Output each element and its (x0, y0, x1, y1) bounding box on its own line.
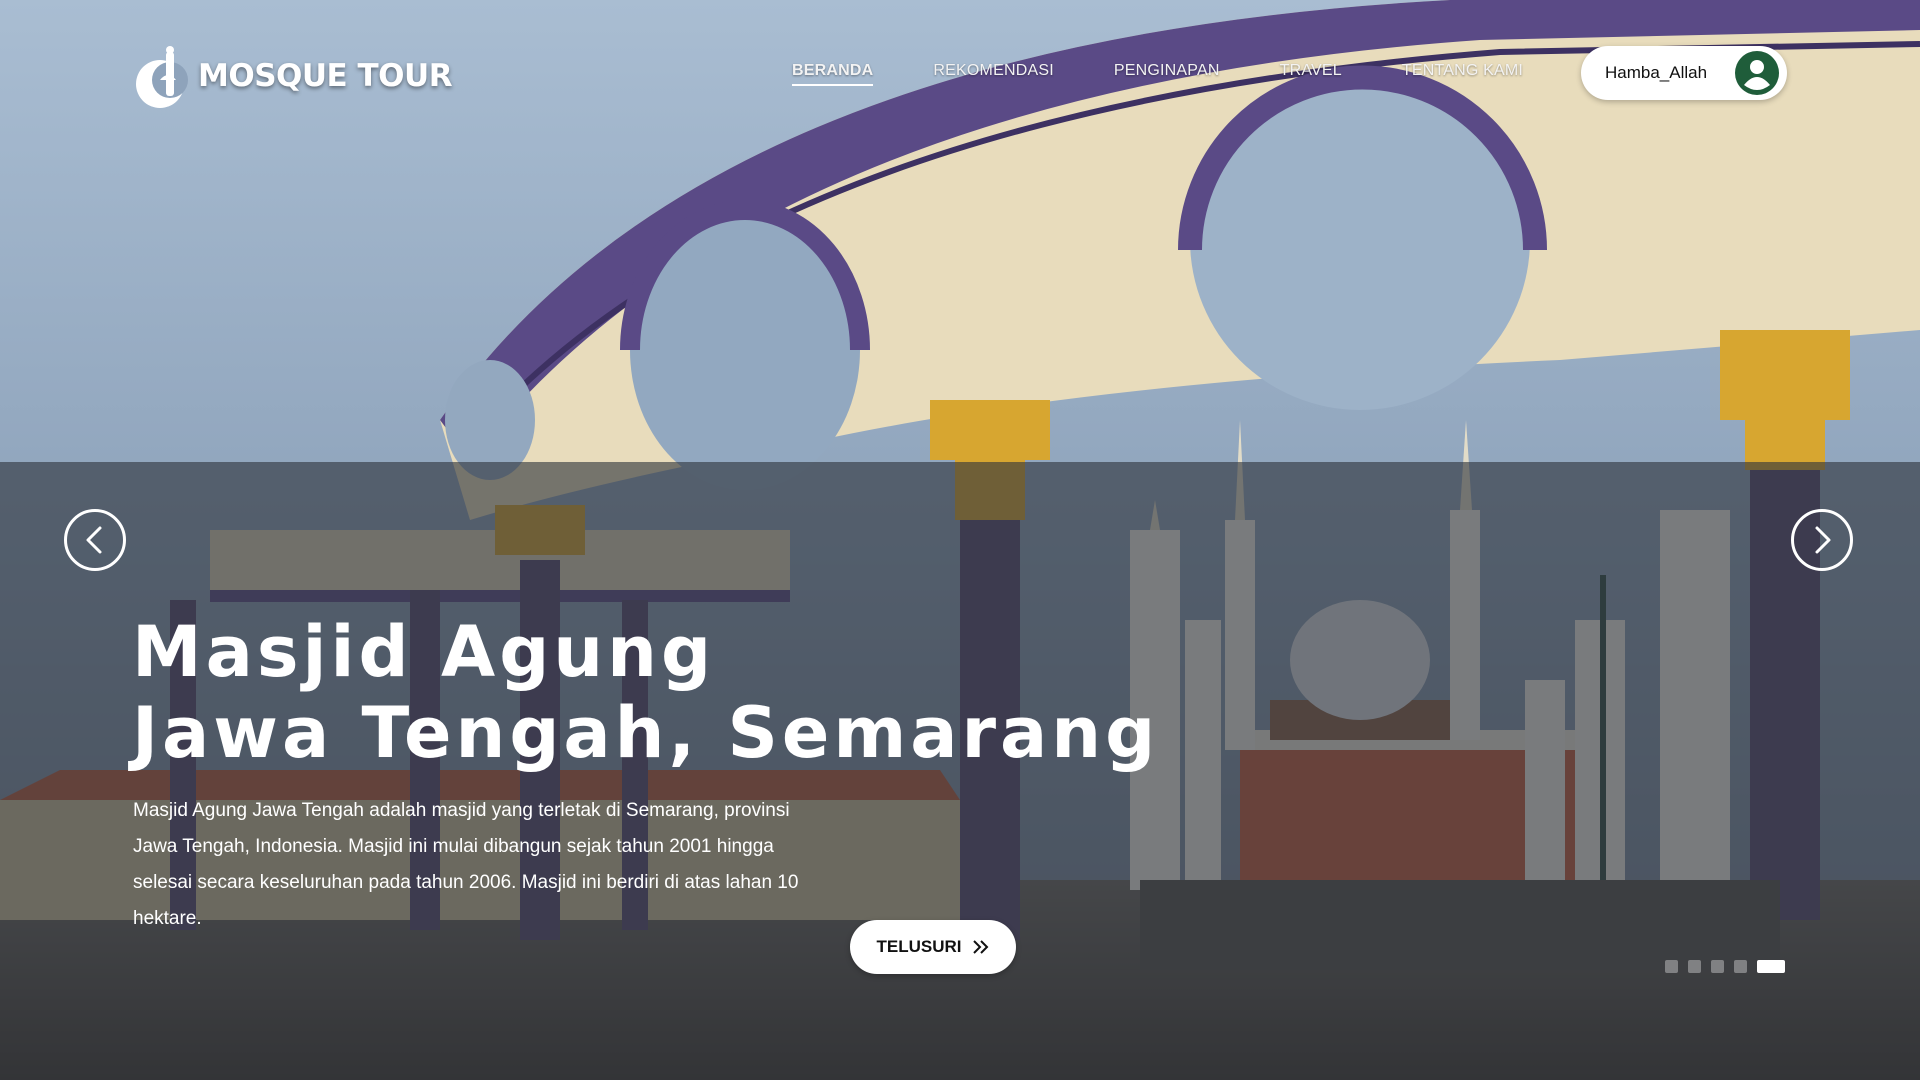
nav-beranda[interactable]: BERANDA (792, 62, 874, 86)
hero-title: Masjid Agung Jawa Tengah, Semarang (132, 612, 1159, 774)
hero-title-line-1: Masjid Agung (132, 611, 716, 693)
nav-tentang-kami[interactable]: TENTANG KAMI (1402, 62, 1523, 86)
logo[interactable]: MOSQUE TOUR (130, 40, 453, 112)
carousel-dot[interactable] (1665, 960, 1678, 973)
username: Hamba_Allah (1605, 63, 1708, 82)
chevron-right-icon (1815, 526, 1831, 554)
user-circle-icon (1735, 51, 1779, 95)
carousel-dot[interactable] (1688, 960, 1701, 973)
brand-name: MOSQUE TOUR (198, 58, 453, 94)
user-menu-button[interactable]: Hamba_Allah (1581, 46, 1787, 100)
telusuri-button[interactable]: TELUSURI (850, 920, 1016, 974)
hero-title-line-2: Jawa Tengah, Semarang (132, 692, 1160, 774)
nav-penginapan[interactable]: PENGINAPAN (1114, 62, 1220, 86)
main-nav: BERANDA REKOMENDASI PENGINAPAN TRAVEL TE… (792, 62, 1583, 86)
chevron-left-icon (86, 526, 102, 554)
carousel-indicators (1665, 960, 1785, 973)
carousel-dot[interactable] (1734, 960, 1747, 973)
carousel-prev-button[interactable] (64, 509, 126, 571)
nav-rekomendasi[interactable]: REKOMENDASI (933, 62, 1053, 86)
nav-travel[interactable]: TRAVEL (1280, 62, 1342, 86)
carousel-dot[interactable] (1711, 960, 1724, 973)
telusuri-label: TELUSURI (876, 937, 962, 956)
carousel-dot-active[interactable] (1757, 960, 1785, 973)
mosque-logo-icon (136, 46, 188, 108)
double-chevron-right-icon (972, 940, 988, 954)
carousel-next-button[interactable] (1791, 509, 1853, 571)
hero-description: Masjid Agung Jawa Tengah adalah masjid y… (133, 800, 799, 929)
